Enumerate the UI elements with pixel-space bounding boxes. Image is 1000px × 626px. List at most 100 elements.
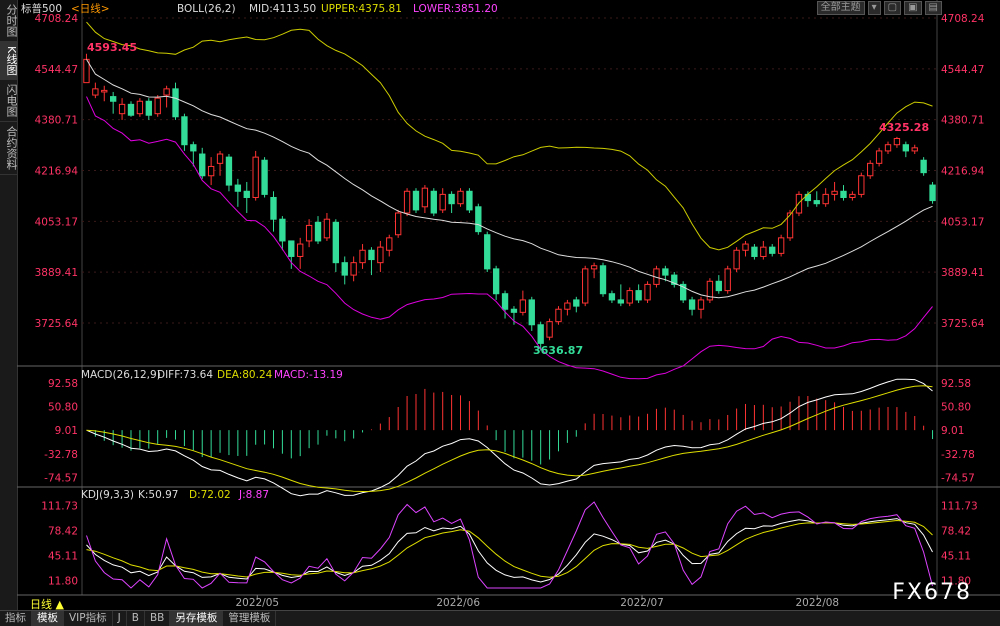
candle: [386, 234, 393, 257]
candle-body: [368, 249, 375, 261]
kdj-tick-left: 45.11: [48, 551, 78, 563]
tab-vip-indicator[interactable]: VIP指标: [64, 611, 113, 626]
kdj-tick-right: 111.73: [941, 501, 978, 513]
candle: [920, 157, 927, 176]
candle: [608, 290, 616, 304]
high2-label: 4325.28: [879, 121, 929, 134]
candle: [448, 191, 455, 214]
candle: [769, 244, 776, 257]
candle-body: [582, 268, 589, 304]
candle-body: [715, 280, 722, 292]
candle: [466, 188, 473, 214]
candle: [867, 160, 874, 179]
candle-body: [314, 221, 322, 242]
tab-j[interactable]: J: [113, 611, 127, 626]
price-axis-left: 4708.24 4544.47 4380.71 4216.94 4053.17 3889.…: [35, 13, 79, 330]
candle: [412, 188, 420, 214]
kdj-tick-left: 11.80: [48, 576, 78, 588]
theme-dropdown[interactable]: 全部主题: [816, 1, 865, 15]
candle-body: [448, 193, 455, 205]
tab-bb[interactable]: BB: [145, 611, 171, 626]
candle-body: [386, 237, 393, 251]
macd-value: MACD:-13.19: [274, 369, 343, 381]
candle-body: [323, 218, 331, 239]
side-tab-kline[interactable]: K线图: [0, 42, 18, 81]
candle-body: [199, 153, 206, 177]
side-tab-contract[interactable]: 合约资料: [0, 122, 18, 176]
candle: [813, 191, 820, 207]
candle: [590, 262, 598, 279]
boll-upper: UPPER:4375.81: [321, 3, 402, 15]
candle-body: [279, 218, 286, 242]
kdj-j: J:8.87: [238, 489, 269, 501]
candle-body: [492, 268, 500, 295]
macd-tick-right: 92.58: [941, 378, 971, 390]
side-panel: 分时图 K线图 闪电图 合约资料: [0, 0, 18, 625]
candle: [270, 191, 277, 232]
candle-body: [697, 299, 705, 310]
candle: [101, 85, 108, 102]
macd-axes: 92.58 92.58 50.80 50.80 9.01 9.01 -32.78 -32.78…: [44, 378, 975, 485]
candle-body: [430, 190, 437, 214]
candle: [582, 265, 589, 307]
candle: [332, 219, 339, 272]
candle: [216, 150, 224, 176]
chevron-down-icon[interactable]: ▾: [867, 1, 881, 15]
candle: [697, 296, 705, 319]
side-tab-timeshare[interactable]: 分时图: [0, 0, 18, 42]
tab-indicator[interactable]: 指标: [0, 611, 32, 626]
candle: [341, 256, 348, 285]
macd-tick-left: -74.57: [44, 472, 78, 484]
candle-body: [510, 308, 518, 313]
tab-manage-template[interactable]: 管理模板: [223, 611, 277, 626]
candle-body: [893, 138, 901, 146]
candle: [395, 209, 402, 238]
candle-body: [145, 100, 152, 116]
x-label: 2022/06: [436, 597, 480, 609]
tab-save-template[interactable]: 另存模板: [170, 611, 224, 626]
candle: [893, 136, 901, 148]
candle: [599, 262, 607, 297]
candle: [715, 275, 722, 294]
candle-body: [252, 156, 259, 198]
candle-body: [154, 97, 161, 115]
candle-body: [644, 283, 651, 301]
candle-body: [403, 190, 411, 214]
tab-template[interactable]: 模板: [32, 611, 64, 626]
candle: [305, 219, 313, 248]
candle: [243, 181, 250, 214]
candle: [706, 278, 714, 304]
candle: [902, 141, 909, 158]
candle-body: [733, 249, 740, 270]
candle-body: [840, 190, 847, 198]
settings-icon[interactable]: ▣: [904, 1, 922, 15]
candle-body: [590, 265, 598, 270]
candle-body: [573, 299, 580, 307]
candle-body: [911, 147, 918, 152]
side-tab-flash[interactable]: 闪电图: [0, 80, 18, 123]
price-tick-right: 4216.94: [941, 166, 985, 178]
high-label: 4593.45: [87, 41, 137, 54]
candle-body: [626, 290, 633, 304]
candle-body: [207, 165, 215, 177]
candle-body: [172, 88, 179, 118]
candle-body: [867, 162, 874, 177]
close-icon[interactable]: ▤: [924, 1, 942, 15]
candle: [688, 296, 696, 316]
stock-chart[interactable]: 标普500 <日线> BOLL(26,2) MID:4113.50 UPPER:…: [17, 0, 1000, 610]
candle: [617, 284, 624, 307]
candle-body: [822, 193, 829, 205]
candle: [680, 281, 687, 304]
candle: [403, 188, 411, 217]
candle-body: [501, 293, 509, 310]
minimize-icon[interactable]: ▢: [883, 1, 902, 15]
candle-body: [234, 184, 242, 192]
candle: [733, 247, 740, 272]
macd-dea: DEA:80.24: [217, 369, 273, 381]
tab-b[interactable]: B: [127, 611, 145, 626]
candle-body: [395, 212, 402, 236]
candle-body: [555, 308, 562, 323]
candle-body: [243, 190, 250, 198]
candle: [742, 240, 749, 257]
candle-body: [136, 100, 144, 115]
